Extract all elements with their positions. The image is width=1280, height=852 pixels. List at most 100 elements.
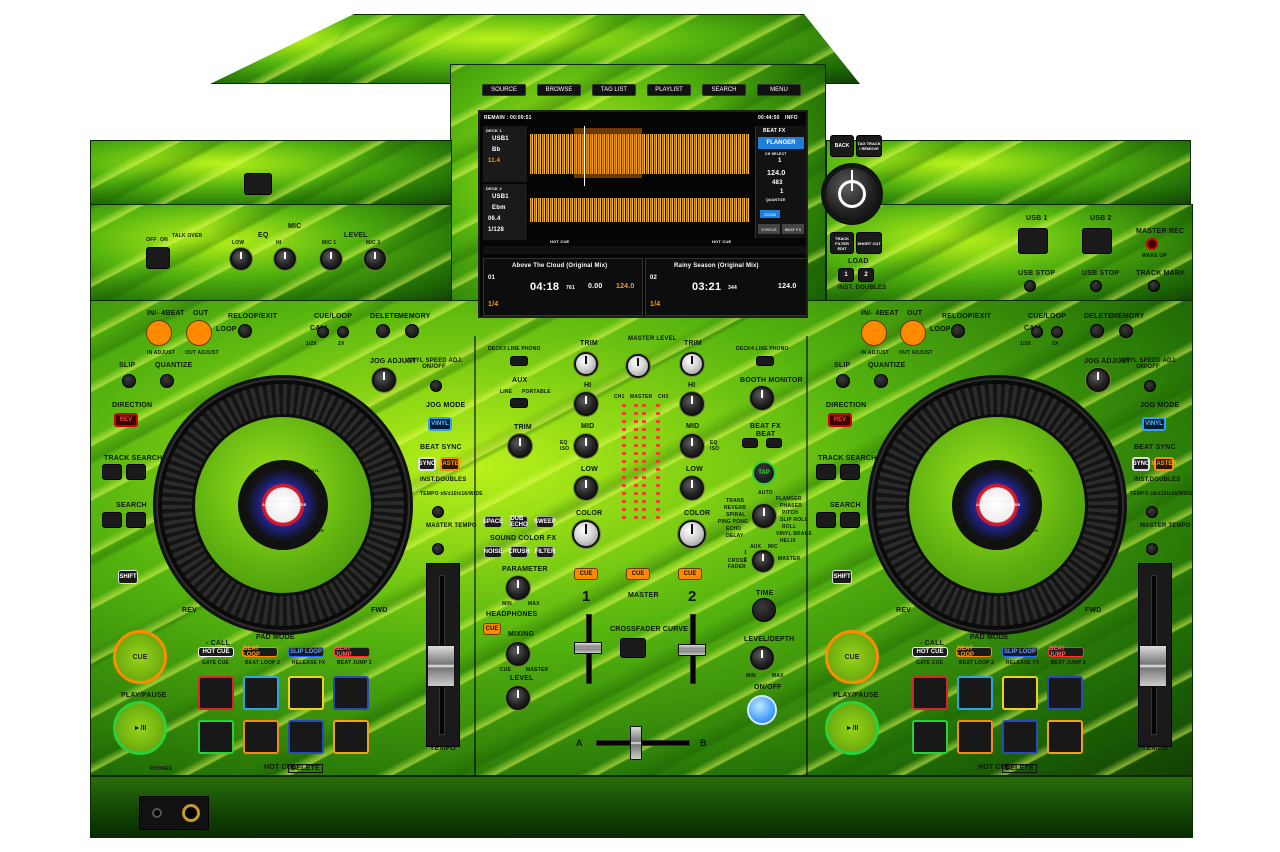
l-slip-loop-mode[interactable]: SLIP LOOP <box>288 647 324 657</box>
l-call-next-button[interactable] <box>337 326 349 338</box>
r-tempo-range-button[interactable] <box>1146 506 1158 518</box>
r-track-search-next[interactable] <box>840 464 860 480</box>
hp-mixing-knob[interactable] <box>506 642 530 666</box>
master-level-knob[interactable] <box>626 354 650 378</box>
shortcut-button[interactable]: SHORT CUT <box>856 232 882 254</box>
sfx-dub-echo[interactable]: DUB ECHO <box>510 516 528 528</box>
mic-slot-button[interactable] <box>244 173 272 195</box>
master-rec-button[interactable] <box>1146 238 1158 250</box>
menu-button[interactable]: MENU <box>757 84 801 96</box>
sfx-space[interactable]: SPACE <box>483 516 503 528</box>
l-quantize-button[interactable] <box>160 374 174 388</box>
r-sync-button[interactable]: SYNC <box>1132 457 1150 471</box>
l-delete-button[interactable] <box>376 324 390 338</box>
r-jog-adjust-knob[interactable] <box>1086 368 1110 392</box>
r-loop-in-button[interactable] <box>861 320 887 346</box>
l-reloop-button[interactable] <box>238 324 252 338</box>
ch1-cue-button[interactable]: CUE <box>574 568 598 580</box>
r-reloop-button[interactable] <box>951 324 965 338</box>
aux-trim-knob[interactable] <box>508 434 532 458</box>
master-cue-button[interactable]: CUE <box>626 568 650 580</box>
beat-right-button[interactable] <box>766 438 782 448</box>
ch1-fader[interactable] <box>574 642 602 654</box>
mic-switch[interactable] <box>146 247 170 269</box>
r-cue-button[interactable]: CUE <box>825 630 879 684</box>
l-pad-7[interactable] <box>288 720 324 754</box>
touch-display[interactable]: REMAIN : 00:00:51 00:44:50 INFO DECK 1 U… <box>478 110 808 318</box>
l-memory-button[interactable] <box>405 324 419 338</box>
mic1-level-knob[interactable] <box>320 248 342 270</box>
r-rev-button[interactable]: REV <box>828 413 852 427</box>
l-loop-out-button[interactable] <box>186 320 212 346</box>
deck3-input-switch[interactable] <box>510 356 528 366</box>
load-1-button[interactable]: 1 <box>838 268 854 282</box>
deck4-input-switch[interactable] <box>756 356 774 366</box>
ch1-color-knob[interactable] <box>572 520 600 548</box>
parameter-knob[interactable] <box>506 576 530 600</box>
mic2-level-knob[interactable] <box>364 248 386 270</box>
phones-jack[interactable] <box>182 804 200 822</box>
l-pad-4[interactable] <box>333 676 369 710</box>
r-pad-2[interactable] <box>957 676 993 710</box>
l-pad-5[interactable] <box>198 720 234 754</box>
r-play-button[interactable]: ►/II <box>825 701 879 755</box>
l-rev-button[interactable]: REV <box>114 413 138 427</box>
ch1-hi-knob[interactable] <box>574 392 598 416</box>
r-pad-5[interactable] <box>912 720 948 754</box>
hp-level-knob[interactable] <box>506 686 530 710</box>
ch2-mid-knob[interactable] <box>680 434 704 458</box>
l-beat-loop-mode[interactable]: BEAT LOOP <box>242 646 278 658</box>
track-mark-button[interactable] <box>1148 280 1160 292</box>
tap-button[interactable]: TAP <box>752 461 776 485</box>
r-track-search-prev[interactable] <box>816 464 836 480</box>
r-beat-jump-mode[interactable]: BEAT JUMP <box>1048 646 1084 658</box>
aux-input-switch[interactable] <box>510 398 528 408</box>
r-search-fwd[interactable] <box>840 512 860 528</box>
r-pad-1[interactable] <box>912 676 948 710</box>
mini-jack[interactable] <box>152 808 162 818</box>
ch2-color-knob[interactable] <box>678 520 706 548</box>
beat-fx-select-knob[interactable] <box>752 504 776 528</box>
r-search-rev[interactable] <box>816 512 836 528</box>
load-2-button[interactable]: 2 <box>858 268 874 282</box>
l-pad-8[interactable] <box>333 720 369 754</box>
l-call-prev-button[interactable] <box>317 326 329 338</box>
info-label[interactable]: INFO <box>785 115 798 121</box>
l-search-fwd[interactable] <box>126 512 146 528</box>
tag-list-button[interactable]: TAG LIST <box>592 84 636 96</box>
r-slip-loop-mode[interactable]: SLIP LOOP <box>1002 647 1038 657</box>
r-memory-button[interactable] <box>1119 324 1133 338</box>
r-shift-button[interactable]: SHIFT <box>832 570 852 584</box>
ch2-trim-knob[interactable] <box>680 352 704 376</box>
r-master-button[interactable]: MASTER <box>1151 457 1177 471</box>
l-shift-button[interactable]: SHIFT <box>118 570 138 584</box>
l-jog-adjust-knob[interactable] <box>372 368 396 392</box>
sfx-sweep[interactable]: SWEEP <box>534 516 556 528</box>
playlist-button[interactable]: PLAYLIST <box>647 84 691 96</box>
sfx-noise[interactable]: NOISE <box>484 546 502 558</box>
browse-button[interactable]: BROWSE <box>537 84 581 96</box>
l-pad-6[interactable] <box>243 720 279 754</box>
r-call-next-button[interactable] <box>1051 326 1063 338</box>
l-slip-button[interactable] <box>122 374 136 388</box>
usb1-port[interactable] <box>1018 228 1048 254</box>
beat-left-button[interactable] <box>742 438 758 448</box>
r-vinyl-speed-button[interactable] <box>1144 380 1156 392</box>
ch2-hi-knob[interactable] <box>680 392 704 416</box>
usb1-stop-button[interactable] <box>1024 280 1036 292</box>
r-pad-6[interactable] <box>957 720 993 754</box>
r-pad-4[interactable] <box>1047 676 1083 710</box>
ch1-mid-knob[interactable] <box>574 434 598 458</box>
l-beat-jump-mode[interactable]: BEAT JUMP <box>334 646 370 658</box>
usb2-stop-button[interactable] <box>1090 280 1102 292</box>
r-pad-7[interactable] <box>1002 720 1038 754</box>
mic-eq-low-knob[interactable] <box>230 248 252 270</box>
status-button[interactable]: STATUS <box>758 224 780 234</box>
r-call-prev-button[interactable] <box>1031 326 1043 338</box>
ch1-trim-knob[interactable] <box>574 352 598 376</box>
l-master-tempo-button[interactable] <box>432 543 444 555</box>
fx-channel-knob[interactable] <box>752 550 774 572</box>
track-filter-button[interactable]: TRACK FILTER EDIT <box>830 232 854 254</box>
l-sync-button[interactable]: SYNC <box>418 457 436 471</box>
r-vinyl-button[interactable]: VINYL <box>1142 417 1166 431</box>
